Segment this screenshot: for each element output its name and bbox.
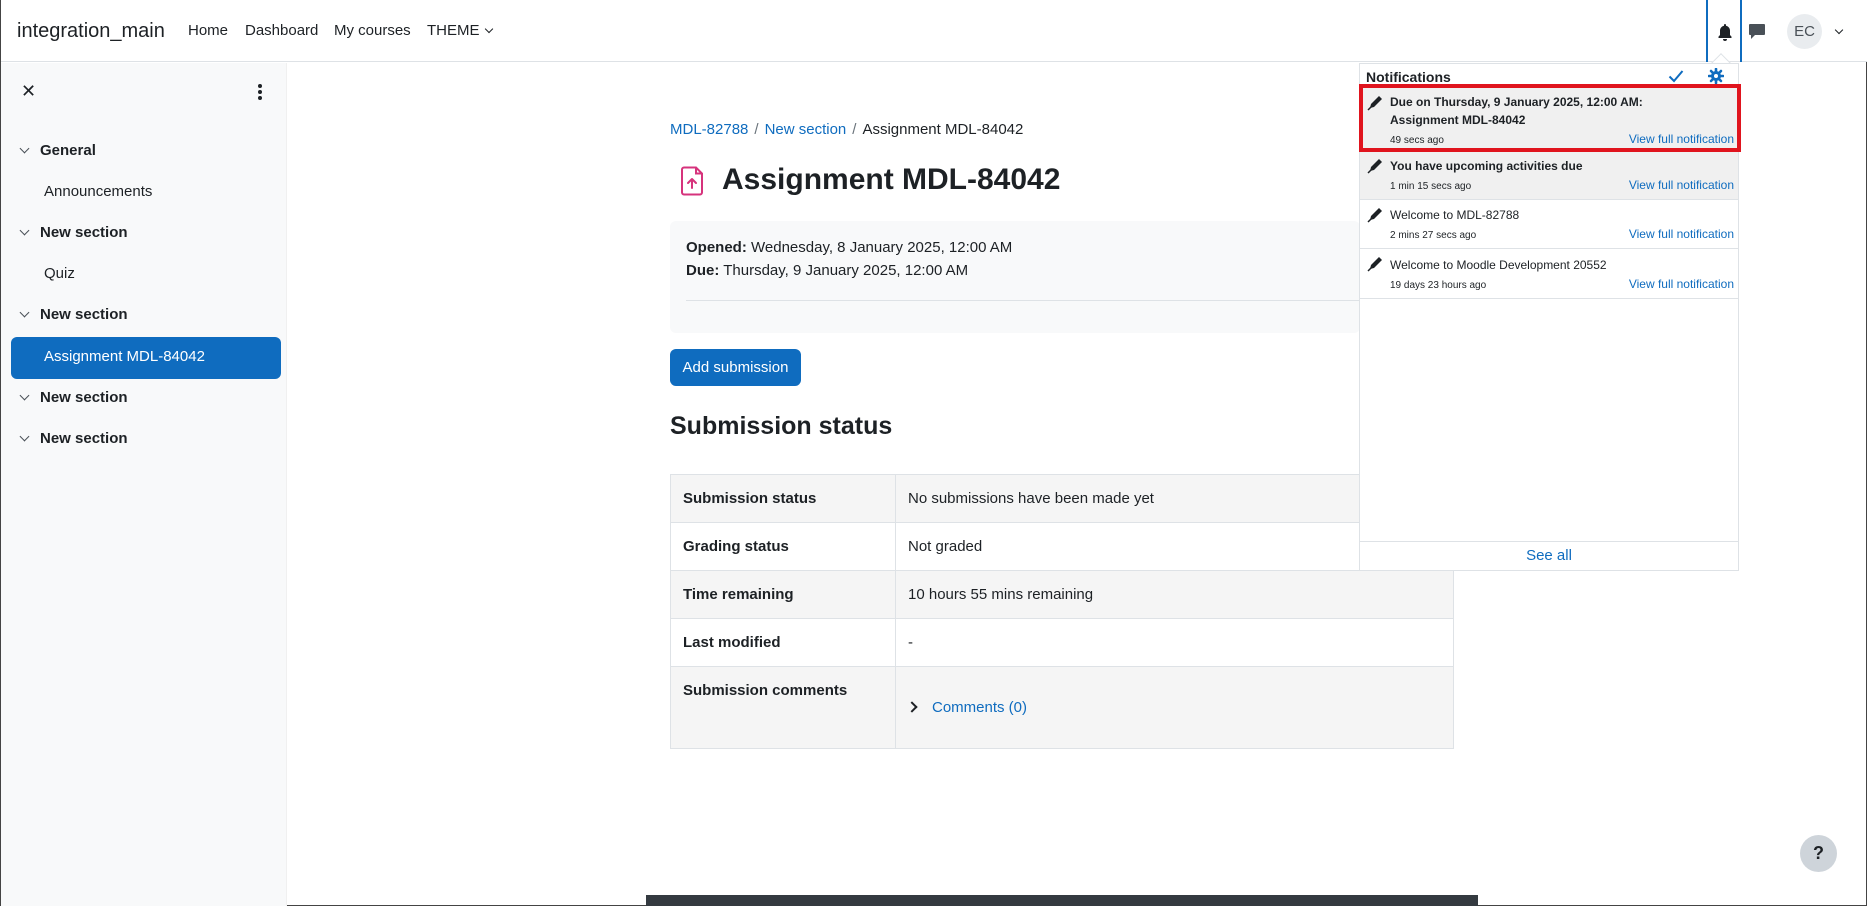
row-label: Submission comments bbox=[670, 666, 896, 749]
section-new-4[interactable]: New section bbox=[19, 430, 128, 447]
bell-icon bbox=[1718, 24, 1732, 41]
notification-item[interactable]: Welcome to MDL-82788 2 mins 27 secs ago … bbox=[1360, 200, 1738, 249]
notification-item[interactable]: You have upcoming activities due 1 min 1… bbox=[1360, 151, 1738, 200]
add-submission-button[interactable]: Add submission bbox=[670, 349, 801, 386]
notification-text: Welcome to MDL-82788 bbox=[1390, 208, 1520, 222]
course-item-assignment-active[interactable]: Assignment MDL-84042 bbox=[11, 337, 281, 379]
notification-time: 19 days 23 hours ago bbox=[1390, 280, 1487, 291]
section-new-1[interactable]: New section bbox=[19, 224, 128, 241]
user-menu-chevron-icon[interactable] bbox=[1834, 25, 1844, 35]
row-label: Submission status bbox=[670, 474, 896, 523]
notification-text: Welcome to Moodle Development 20552 bbox=[1390, 258, 1607, 272]
notification-text: You have upcoming activities due bbox=[1390, 159, 1583, 173]
row-value: - bbox=[895, 618, 1454, 667]
notification-time: 1 min 15 secs ago bbox=[1390, 181, 1472, 192]
notification-item[interactable]: Welcome to Moodle Development 20552 19 d… bbox=[1360, 249, 1738, 299]
nav-home[interactable]: Home bbox=[188, 22, 228, 39]
due-date: Due: Thursday, 9 January 2025, 12:00 AM bbox=[686, 262, 969, 279]
comments-cell: Comments (0) bbox=[895, 666, 1454, 749]
table-row: Submission comments Comments (0) bbox=[670, 666, 1454, 749]
submission-status-table: Submission status No submissions have be… bbox=[670, 474, 1454, 749]
course-item-quiz[interactable]: Quiz bbox=[44, 265, 75, 282]
section-new-3[interactable]: New section bbox=[19, 389, 128, 406]
notification-pen-icon bbox=[1367, 159, 1382, 174]
nav-dashboard[interactable]: Dashboard bbox=[245, 22, 318, 39]
activity-dates: Opened: Wednesday, 8 January 2025, 12:00… bbox=[670, 221, 1360, 333]
breadcrumb-current: Assignment MDL-84042 bbox=[862, 121, 1024, 138]
top-navbar: integration_main Home Dashboard My cours… bbox=[1, 0, 1867, 62]
messages-icon[interactable] bbox=[1748, 23, 1766, 40]
nav-my-courses[interactable]: My courses bbox=[334, 22, 411, 39]
table-row: Time remaining 10 hours 55 mins remainin… bbox=[670, 570, 1454, 619]
table-row: Grading status Not graded bbox=[670, 522, 1454, 571]
view-full-notification-link[interactable]: View full notification bbox=[1629, 277, 1734, 291]
close-icon[interactable]: ✕ bbox=[21, 81, 36, 102]
page-title: Assignment MDL-84042 bbox=[722, 163, 1061, 196]
site-name[interactable]: integration_main bbox=[17, 20, 165, 43]
row-label: Time remaining bbox=[670, 570, 896, 619]
row-label: Grading status bbox=[670, 522, 896, 571]
highlight-outline bbox=[1359, 84, 1741, 152]
course-item-announcements[interactable]: Announcements bbox=[44, 183, 152, 200]
chevron-down-icon bbox=[19, 307, 30, 318]
notifications-title: Notifications bbox=[1366, 69, 1451, 85]
chevron-down-icon bbox=[19, 390, 30, 401]
submission-status-heading: Submission status bbox=[670, 412, 893, 440]
chevron-down-icon bbox=[19, 143, 30, 154]
breadcrumb: MDL-82788/New section / Assignment MDL-840… bbox=[670, 121, 1024, 138]
chevron-down-icon bbox=[484, 24, 493, 34]
more-options-icon[interactable] bbox=[257, 84, 263, 102]
assignment-icon bbox=[681, 166, 703, 196]
row-label: Last modified bbox=[670, 618, 896, 667]
notification-pen-icon bbox=[1367, 208, 1382, 223]
see-all-link[interactable]: See all bbox=[1360, 541, 1738, 571]
gear-icon[interactable] bbox=[1708, 68, 1724, 84]
section-general[interactable]: General bbox=[19, 142, 96, 159]
divider bbox=[686, 300, 1360, 301]
notification-pen-icon bbox=[1367, 257, 1382, 272]
opened-date: Opened: Wednesday, 8 January 2025, 12:00… bbox=[686, 239, 1013, 256]
section-new-2[interactable]: New section bbox=[19, 306, 128, 323]
table-row: Submission status No submissions have be… bbox=[670, 474, 1454, 523]
chevron-right-icon[interactable] bbox=[906, 701, 918, 713]
breadcrumb-section[interactable]: New section bbox=[765, 121, 847, 138]
nav-theme-label: THEME bbox=[427, 22, 480, 39]
view-full-notification-link[interactable]: View full notification bbox=[1629, 227, 1734, 241]
breadcrumb-course[interactable]: MDL-82788 bbox=[670, 121, 748, 138]
table-row: Last modified - bbox=[670, 618, 1454, 667]
nav-theme[interactable]: THEME bbox=[427, 22, 493, 39]
course-index-drawer: ✕ General Announcements New section Quiz… bbox=[1, 63, 287, 906]
chevron-down-icon bbox=[19, 225, 30, 236]
user-avatar[interactable]: EC bbox=[1787, 14, 1822, 49]
row-value: 10 hours 55 mins remaining bbox=[895, 570, 1454, 619]
help-button[interactable]: ? bbox=[1800, 835, 1837, 872]
mark-all-read-icon[interactable] bbox=[1668, 69, 1684, 83]
notifications-toggle[interactable] bbox=[1706, 0, 1742, 62]
comments-link[interactable]: Comments (0) bbox=[932, 699, 1027, 716]
notification-time: 2 mins 27 secs ago bbox=[1390, 230, 1477, 241]
footer-bar bbox=[646, 895, 1478, 906]
view-full-notification-link[interactable]: View full notification bbox=[1629, 178, 1734, 192]
chevron-down-icon bbox=[19, 431, 30, 442]
